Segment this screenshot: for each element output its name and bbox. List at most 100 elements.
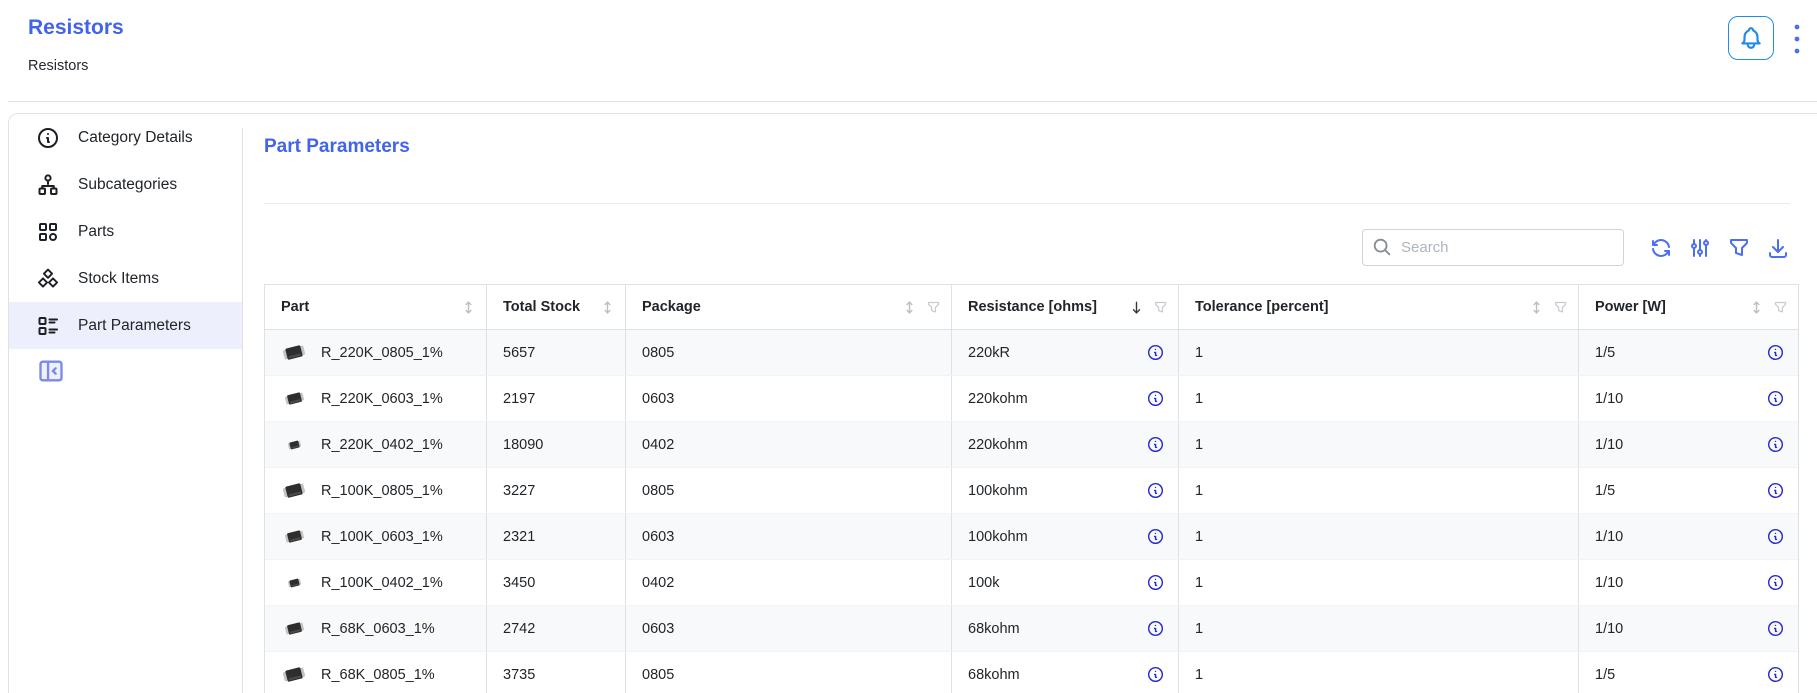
search-input[interactable]: [1362, 229, 1624, 266]
total-stock-value: 2742: [503, 621, 535, 637]
cell-total-stock: 18090: [487, 422, 626, 467]
info-icon[interactable]: [1766, 665, 1785, 684]
column-header-power[interactable]: Power [W]: [1579, 285, 1798, 329]
cell-package: 0402: [626, 560, 952, 605]
cell-part: R_100K_0402_1%: [265, 560, 487, 605]
cell-package: 0805: [626, 652, 952, 693]
sort-icon: [461, 300, 476, 315]
column-filter-icon: [1553, 300, 1568, 315]
cell-power: 1/5: [1579, 330, 1798, 375]
package-value: 0402: [642, 575, 674, 591]
sort-desc-icon: [1129, 300, 1144, 315]
cell-total-stock: 3450: [487, 560, 626, 605]
main-panel: Part Parameters: [242, 114, 1817, 693]
table-row[interactable]: R_100K_0603_1% 2321 0603 100kohm 1 1/10: [265, 514, 1798, 560]
info-icon[interactable]: [1766, 481, 1785, 500]
table-header-row: Part Total Stock: [265, 285, 1798, 330]
panel-divider: [264, 203, 1790, 204]
info-icon[interactable]: [1766, 435, 1785, 454]
cell-part: R_220K_0402_1%: [265, 422, 487, 467]
table-row[interactable]: R_100K_0805_1% 3227 0805 100kohm 1 1/5: [265, 468, 1798, 514]
table-row[interactable]: R_68K_0805_1% 3735 0805 68kohm 1 1/5: [265, 652, 1798, 693]
sort-icon: [1749, 300, 1764, 315]
table-row[interactable]: R_68K_0603_1% 2742 0603 68kohm 1 1/10: [265, 606, 1798, 652]
total-stock-value: 18090: [503, 437, 543, 453]
column-filter-icon: [1153, 300, 1168, 315]
info-icon[interactable]: [1146, 527, 1165, 546]
info-icon[interactable]: [1766, 527, 1785, 546]
cell-power: 1/10: [1579, 560, 1798, 605]
notifications-button[interactable]: [1728, 16, 1774, 60]
info-icon[interactable]: [1146, 619, 1165, 638]
sort-icon: [1529, 300, 1544, 315]
resistance-value: 220kohm: [968, 437, 1028, 453]
total-stock-value: 5657: [503, 345, 535, 361]
info-icon[interactable]: [1766, 389, 1785, 408]
column-header-tolerance[interactable]: Tolerance [percent]: [1179, 285, 1579, 329]
info-icon[interactable]: [1146, 389, 1165, 408]
sidebar-item-label: Parts: [78, 223, 114, 241]
resistor-image: [282, 344, 306, 362]
resistance-value: 100kohm: [968, 529, 1028, 545]
sidebar-item-subcategories[interactable]: Subcategories: [9, 161, 242, 208]
table-row[interactable]: R_220K_0805_1% 5657 0805 220kR 1 1/5: [265, 330, 1798, 376]
resistor-image: [282, 666, 306, 684]
filter-icon[interactable]: [1727, 236, 1751, 260]
tolerance-value: 1: [1195, 667, 1203, 683]
table-row[interactable]: R_220K_0603_1% 2197 0603 220kohm 1 1/10: [265, 376, 1798, 422]
total-stock-value: 3450: [503, 575, 535, 591]
column-header-part[interactable]: Part: [265, 285, 487, 329]
content-card: Category Details Subcategories Parts: [8, 113, 1817, 693]
cell-part: R_220K_0603_1%: [265, 376, 487, 421]
total-stock-value: 3227: [503, 483, 535, 499]
info-icon[interactable]: [1146, 573, 1165, 592]
cell-part: R_68K_0603_1%: [265, 606, 487, 651]
column-header-resistance[interactable]: Resistance [ohms]: [952, 285, 1179, 329]
info-icon[interactable]: [1766, 619, 1785, 638]
cell-power: 1/10: [1579, 606, 1798, 651]
download-icon[interactable]: [1766, 236, 1790, 260]
info-icon[interactable]: [1146, 481, 1165, 500]
overflow-menu-button[interactable]: [1784, 21, 1810, 57]
part-thumbnail: [281, 524, 307, 550]
resistor-image: [287, 439, 302, 450]
sidebar-item-category-details[interactable]: Category Details: [9, 114, 242, 161]
column-label: Tolerance [percent]: [1195, 299, 1329, 315]
breadcrumb[interactable]: Resistors: [28, 58, 88, 74]
cell-tolerance: 1: [1179, 514, 1579, 559]
sidebar-item-label: Part Parameters: [78, 317, 191, 335]
sidebar-item-label: Stock Items: [78, 270, 159, 288]
bell-icon: [1738, 25, 1764, 51]
info-icon[interactable]: [1146, 435, 1165, 454]
tolerance-value: 1: [1195, 391, 1203, 407]
cell-part: R_68K_0805_1%: [265, 652, 487, 693]
package-value: 0603: [642, 391, 674, 407]
total-stock-value: 2321: [503, 529, 535, 545]
info-icon[interactable]: [1146, 665, 1165, 684]
cell-total-stock: 3735: [487, 652, 626, 693]
cell-tolerance: 1: [1179, 468, 1579, 513]
sidebar-item-stock-items[interactable]: Stock Items: [9, 255, 242, 302]
cell-total-stock: 2197: [487, 376, 626, 421]
category-grid-icon: [36, 220, 60, 244]
tolerance-value: 1: [1195, 621, 1203, 637]
search-icon: [1371, 236, 1393, 258]
power-value: 1/5: [1595, 667, 1615, 683]
info-icon[interactable]: [1766, 573, 1785, 592]
sidebar-item-part-parameters[interactable]: Part Parameters: [9, 302, 242, 349]
cell-resistance: 68kohm: [952, 652, 1179, 693]
info-icon[interactable]: [1146, 343, 1165, 362]
column-header-package[interactable]: Package: [626, 285, 952, 329]
adjustments-icon[interactable]: [1688, 236, 1712, 260]
table-row[interactable]: R_100K_0402_1% 3450 0402 100k 1 1/10: [265, 560, 1798, 606]
table-row[interactable]: R_220K_0402_1% 18090 0402 220kohm 1 1/10: [265, 422, 1798, 468]
info-icon[interactable]: [1766, 343, 1785, 362]
sidebar-item-parts[interactable]: Parts: [9, 208, 242, 255]
cell-power: 1/5: [1579, 652, 1798, 693]
cell-total-stock: 5657: [487, 330, 626, 375]
column-filter-icon: [926, 300, 941, 315]
column-header-total-stock[interactable]: Total Stock: [487, 285, 626, 329]
cell-total-stock: 2321: [487, 514, 626, 559]
sidebar-collapse-button[interactable]: [36, 356, 66, 386]
refresh-icon[interactable]: [1649, 236, 1673, 260]
